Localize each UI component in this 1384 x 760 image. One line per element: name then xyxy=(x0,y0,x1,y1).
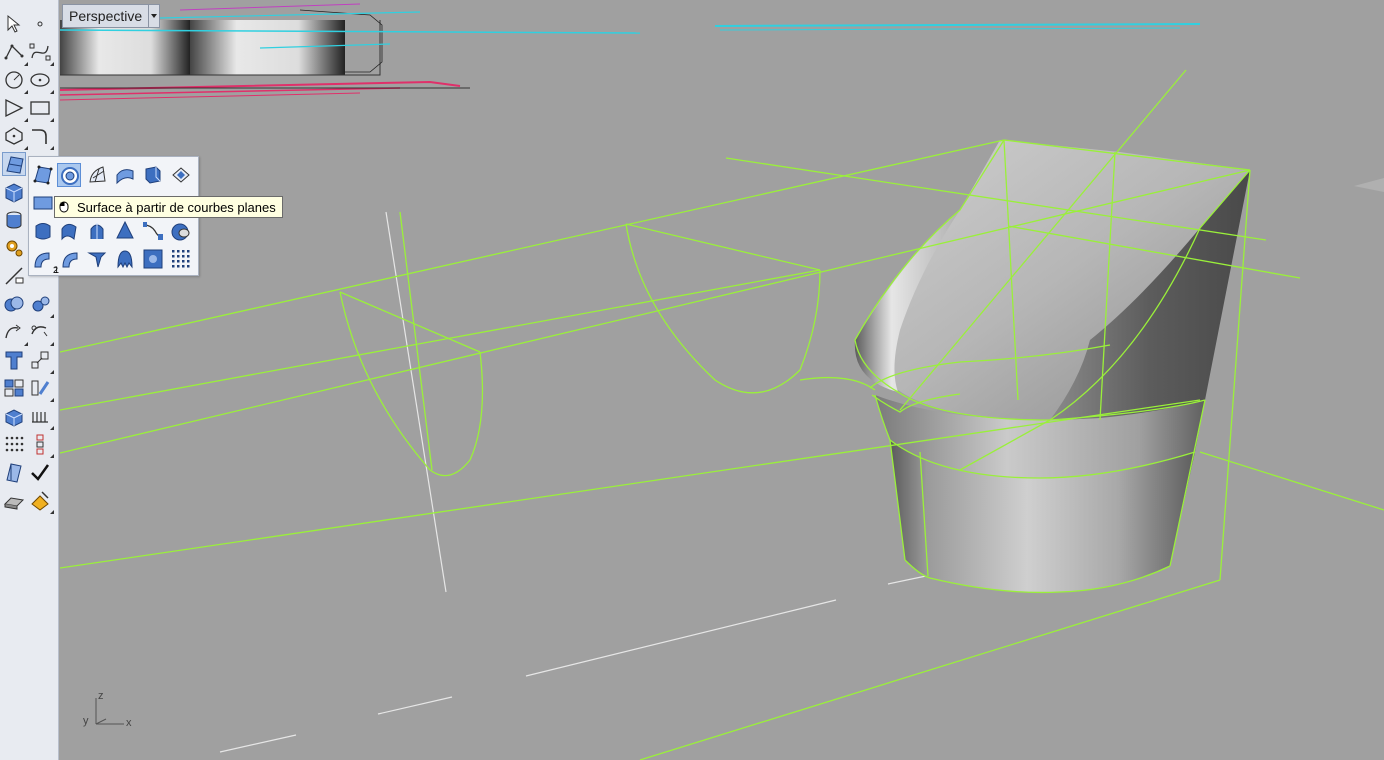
badge-two: 2 xyxy=(53,265,59,275)
blend-surface-1-icon[interactable]: 1 xyxy=(31,247,59,275)
axis-indicator: z y x xyxy=(80,688,140,732)
dimension-icon[interactable] xyxy=(2,488,26,512)
boolean-icon[interactable] xyxy=(2,292,26,316)
viewport-title-tab[interactable]: Perspective xyxy=(62,4,161,28)
tooltip-text: Surface à partir de courbes planes xyxy=(77,199,276,215)
viewport-title[interactable]: Perspective xyxy=(63,8,148,24)
mesh-icon[interactable] xyxy=(2,264,26,288)
polyline-icon[interactable] xyxy=(2,40,28,66)
edge-surface-icon[interactable] xyxy=(113,163,137,187)
point-icon[interactable] xyxy=(28,12,52,36)
axis-y-label: y xyxy=(83,715,89,727)
paint-icon[interactable] xyxy=(28,488,54,514)
background-object xyxy=(60,3,1201,101)
patch-icon[interactable] xyxy=(169,219,193,243)
fillet-icon[interactable] xyxy=(28,124,54,150)
solid-box-icon[interactable] xyxy=(2,180,26,204)
axis-x-label: x xyxy=(126,717,132,729)
sweep1-icon[interactable] xyxy=(141,219,165,243)
drape-icon[interactable] xyxy=(85,247,109,271)
arc-icon[interactable] xyxy=(2,96,28,122)
ellipse-icon[interactable] xyxy=(28,68,54,94)
blend-surface-2-icon[interactable]: 2 xyxy=(53,247,81,275)
grid-lines xyxy=(219,211,927,753)
heightfield-icon[interactable] xyxy=(141,247,165,271)
circle-icon[interactable] xyxy=(2,68,28,94)
bell-surface-icon[interactable] xyxy=(113,247,137,271)
cylinder-icon[interactable] xyxy=(2,208,26,232)
revolve-icon[interactable] xyxy=(85,219,109,243)
rectangle-surface-icon[interactable] xyxy=(31,191,55,215)
sweep-icon[interactable] xyxy=(57,219,81,243)
surface-icon[interactable] xyxy=(2,152,26,176)
left-toolbar xyxy=(0,0,59,760)
extrude-surface-icon[interactable] xyxy=(141,163,165,187)
check-icon[interactable] xyxy=(28,460,52,484)
scene-canvas[interactable] xyxy=(60,0,1384,760)
render-icon[interactable] xyxy=(2,404,26,428)
polygon-icon[interactable] xyxy=(2,124,28,150)
viewport-menu-chevron-down-icon[interactable] xyxy=(148,5,159,27)
control-points-icon[interactable] xyxy=(28,432,54,458)
transform-icon[interactable] xyxy=(2,320,28,346)
scale-icon[interactable] xyxy=(28,348,54,374)
select-arrow-icon[interactable] xyxy=(2,12,26,36)
mouse-icon xyxy=(59,201,69,213)
boolean-split-icon[interactable] xyxy=(28,292,54,318)
cone-surface-icon[interactable] xyxy=(113,219,137,243)
edge-marker xyxy=(1354,178,1384,192)
rail-revolve-icon[interactable] xyxy=(169,163,193,187)
perspective-viewport[interactable] xyxy=(60,0,1384,760)
network-surface-icon[interactable] xyxy=(85,163,109,187)
curve-icon[interactable] xyxy=(28,40,54,66)
analyze-icon[interactable] xyxy=(28,376,54,402)
axis-z-label: z xyxy=(98,690,104,702)
surface-from-points-icon[interactable] xyxy=(31,163,55,187)
layout-icon[interactable] xyxy=(2,460,26,484)
rectangle-icon[interactable] xyxy=(28,96,54,122)
points-grid-icon[interactable] xyxy=(2,432,26,456)
rotate-icon[interactable] xyxy=(28,320,54,346)
planar-curves-surface-icon[interactable] xyxy=(57,163,81,187)
array-icon[interactable] xyxy=(2,376,26,400)
grid-dots-icon[interactable] xyxy=(28,404,54,430)
text-icon[interactable] xyxy=(2,348,26,372)
tools-icon[interactable] xyxy=(2,236,26,260)
point-grid-surface-icon[interactable] xyxy=(169,247,193,271)
loft-icon[interactable] xyxy=(31,219,55,243)
tooltip: Surface à partir de courbes planes xyxy=(54,196,283,218)
